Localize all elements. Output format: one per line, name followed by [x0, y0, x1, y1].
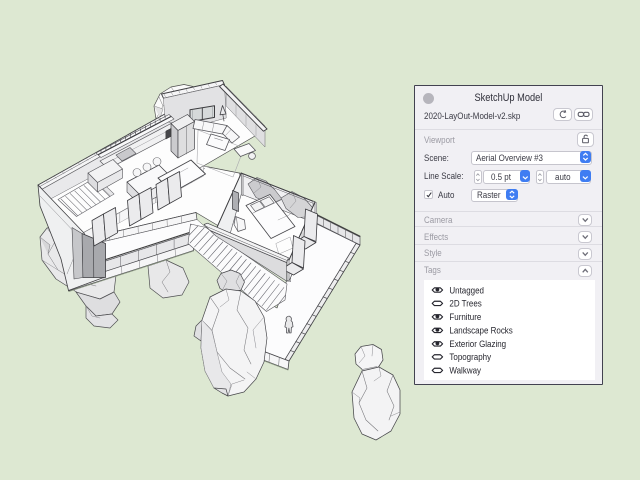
- svg-text:Landscape Rocks: Landscape Rocks: [449, 325, 513, 336]
- svg-text:Topography: Topography: [449, 351, 491, 362]
- svg-text:2D Trees: 2D Trees: [449, 298, 482, 309]
- svg-text:Furniture: Furniture: [449, 311, 481, 322]
- svg-text:Walkway: Walkway: [449, 365, 481, 376]
- svg-text:Untagged: Untagged: [449, 284, 484, 295]
- svg-text:Exterior Glazing: Exterior Glazing: [449, 338, 506, 349]
